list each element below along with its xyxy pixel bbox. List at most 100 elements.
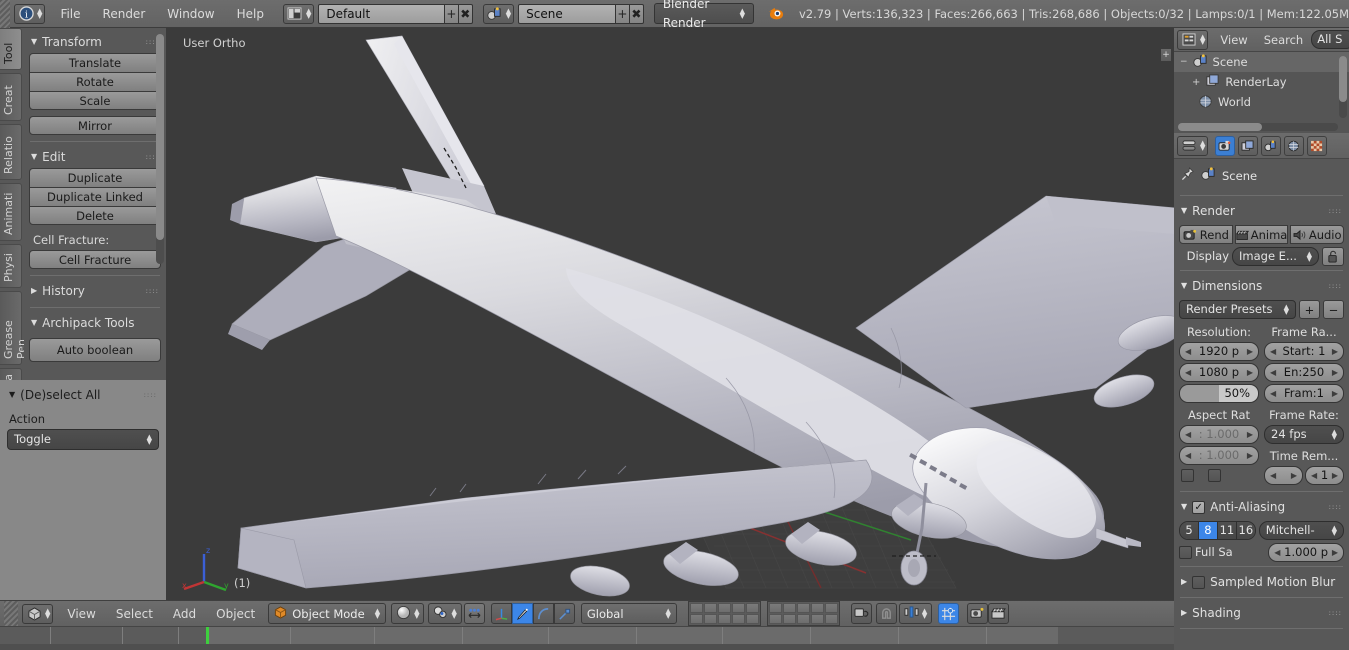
viewport-menu-view[interactable]: View [57, 601, 105, 627]
scale-manipulator-button[interactable] [532, 603, 554, 624]
panel-header-anti-aliasing[interactable]: ▼ ✓ Anti-Aliasing :::: [1179, 496, 1344, 518]
scene-layers-grid-1[interactable] [687, 601, 761, 626]
rotate-manipulator-button[interactable] [511, 603, 533, 624]
panel-header-dimensions[interactable]: ▼ Dimensions :::: [1179, 275, 1344, 297]
screen-layout-spinner-icon[interactable]: ▲ ▼ [306, 7, 311, 19]
menu-file[interactable]: File [49, 0, 91, 28]
footer-drag-handle[interactable] [4, 600, 18, 627]
snap-toggle-button[interactable] [875, 603, 897, 624]
render-animation-button[interactable]: Anima [1234, 225, 1289, 244]
outliner-row-scene[interactable]: − Scene [1174, 52, 1349, 72]
panel-header-history[interactable]: ▶ History :::: [29, 281, 161, 302]
viewport-menu-select[interactable]: Select [106, 601, 163, 627]
scene-layers-grid-2[interactable] [766, 601, 840, 626]
add-preset-button[interactable]: + [1299, 300, 1320, 319]
3dview-editor-spinner-icon[interactable]: ▲ ▼ [45, 607, 50, 619]
tool-tab-tool[interactable]: Tool [0, 28, 22, 70]
manipulator-scale-button[interactable] [553, 603, 575, 624]
time-remap-old-field[interactable]: ◀ ▶ [1264, 466, 1303, 485]
frame-step-field[interactable]: ◀ Fram:1 ▶ [1264, 384, 1344, 403]
panel-header-archipack[interactable]: ▼ Archipack Tools [29, 313, 161, 334]
panel-header-edit[interactable]: ▼ Edit :::: [29, 147, 161, 168]
editor-type-selector-outliner[interactable]: ▲ ▼ [1177, 29, 1209, 50]
aa-filter-dropdown[interactable]: Mitchell- ▲ ▼ [1258, 521, 1344, 540]
outliner-menu-view[interactable]: View [1212, 29, 1255, 51]
tool-tab-create[interactable]: Creat [0, 73, 22, 121]
panel-header-shading[interactable]: ▶ Shading :::: [1179, 602, 1344, 624]
properties-editor-spinner-icon[interactable]: ▲ ▼ [1200, 139, 1205, 151]
scene-name-field[interactable]: Scene [518, 3, 616, 24]
footer-render-image-button[interactable] [967, 603, 989, 624]
proportional-edit-dropdown[interactable]: ▲ ▼ [898, 603, 933, 624]
scene-selector[interactable]: ▲ ▼ [482, 3, 515, 24]
display-lock-button[interactable] [1322, 247, 1344, 266]
duplicate-linked-button[interactable]: Duplicate Linked [29, 187, 161, 206]
aa-filter-size-field[interactable]: ◀ 1.000 p ▶ [1268, 543, 1344, 562]
menu-help[interactable]: Help [226, 0, 275, 28]
resolution-x-field[interactable]: ◀ 1920 p ▶ [1179, 342, 1259, 361]
aa-sample-11[interactable]: 11 [1217, 522, 1237, 539]
render-presets-dropdown[interactable]: Render Presets ▲ ▼ [1179, 300, 1296, 319]
editor-type-selector-3dview[interactable]: ▲ ▼ [22, 603, 54, 624]
transform-orientation-dropdown[interactable]: Global ▲ ▼ [580, 603, 677, 624]
outliner-menu-search[interactable]: Search [1258, 29, 1310, 51]
properties-tab-render[interactable] [1215, 135, 1236, 156]
fps-dropdown[interactable]: 24 fps ▲ ▼ [1264, 425, 1344, 444]
duplicate-button[interactable]: Duplicate [29, 168, 161, 187]
panel-header-transform[interactable]: ▼ Transform :::: [29, 32, 161, 53]
rotate-button[interactable]: Rotate [29, 72, 161, 91]
panel-header-deselect-all[interactable]: ▼ (De)select All :::: [7, 385, 159, 406]
outliner-vertical-scrollbar[interactable] [1339, 56, 1347, 118]
viewport-menu-add[interactable]: Add [163, 601, 206, 627]
delete-button[interactable]: Delete [29, 206, 161, 225]
add-scene-button[interactable]: + [615, 3, 630, 24]
motion-blur-checkbox[interactable] [1192, 575, 1206, 589]
outliner-expander-renderlayers[interactable]: + [1192, 77, 1200, 88]
outliner-horizontal-scrollbar[interactable] [1178, 123, 1338, 131]
timeline-playhead[interactable] [206, 627, 209, 645]
menu-render[interactable]: Render [92, 0, 157, 28]
tool-tab-relations[interactable]: Relatio [0, 124, 22, 180]
render-engine-dropdown[interactable]: Blender Render ▲ ▼ [653, 0, 754, 30]
3d-viewport[interactable]: User Ortho (1) z y x + [166, 28, 1174, 600]
properties-tab-world[interactable] [1284, 135, 1305, 156]
translate-button[interactable]: Translate [29, 53, 161, 72]
properties-tab-scene[interactable] [1261, 135, 1282, 156]
crop-checkbox[interactable] [1208, 469, 1221, 482]
aspect-y-field[interactable]: ◀: 1.000 ▶ [1179, 446, 1259, 465]
scene-spinner-icon[interactable]: ▲ ▼ [506, 7, 511, 19]
outliner-row-renderlayers[interactable]: + RenderLay [1174, 72, 1349, 92]
display-dropdown[interactable]: Image E... ▲ ▼ [1232, 247, 1319, 266]
viewport-toolshelf-expand-button[interactable]: + [1160, 48, 1172, 62]
editor-type-selector-properties[interactable]: ▲ ▼ [1177, 135, 1209, 156]
tool-shelf-scrollbar[interactable] [156, 34, 164, 264]
auto-boolean-button[interactable]: Auto boolean [29, 338, 161, 362]
tool-tab-animation[interactable]: Animati [0, 183, 22, 241]
editor-type-selector-info[interactable]: i ▲ ▼ [14, 3, 46, 24]
menu-window[interactable]: Window [156, 0, 225, 28]
screen-layout-selector[interactable]: ▲ ▼ [282, 3, 315, 24]
panel-header-sampled-motion-blur[interactable]: ▶ Sampled Motion Blur [1179, 571, 1344, 593]
footer-render-animation-button[interactable] [988, 603, 1010, 624]
outliner-expander-scene[interactable]: − [1180, 57, 1188, 67]
resolution-y-field[interactable]: ◀ 1080 p ▶ [1179, 363, 1259, 382]
render-image-button[interactable]: Rend [1179, 225, 1233, 244]
properties-tab-render-layers[interactable] [1238, 135, 1259, 156]
tool-tab-grease-pencil[interactable]: Grease Pen [0, 291, 28, 365]
interaction-mode-dropdown[interactable]: Object Mode ▲ ▼ [268, 603, 387, 624]
aa-sample-16[interactable]: 16 [1236, 522, 1255, 539]
manipulator-toggle-button[interactable] [463, 603, 485, 624]
tool-tab-physics[interactable]: Physi [0, 244, 22, 288]
mirror-button[interactable]: Mirror [29, 116, 161, 135]
aa-sample-5[interactable]: 5 [1180, 522, 1199, 539]
pivot-point-dropdown[interactable]: ▲ ▼ [428, 603, 462, 624]
aspect-x-field[interactable]: ◀: 1.000 ▶ [1179, 425, 1259, 444]
action-dropdown[interactable]: Toggle ▲ ▼ [7, 429, 159, 450]
screen-layout-name-field[interactable]: Default [318, 3, 445, 24]
outliner-row-world[interactable]: World [1174, 92, 1349, 112]
delete-screen-layout-button[interactable]: ✖ [458, 3, 473, 24]
remove-preset-button[interactable]: − [1323, 300, 1344, 319]
frame-start-field[interactable]: ◀ Start: 1 ▶ [1264, 342, 1344, 361]
scale-button[interactable]: Scale [29, 91, 161, 110]
resolution-percentage-slider[interactable]: 50% [1179, 384, 1259, 403]
